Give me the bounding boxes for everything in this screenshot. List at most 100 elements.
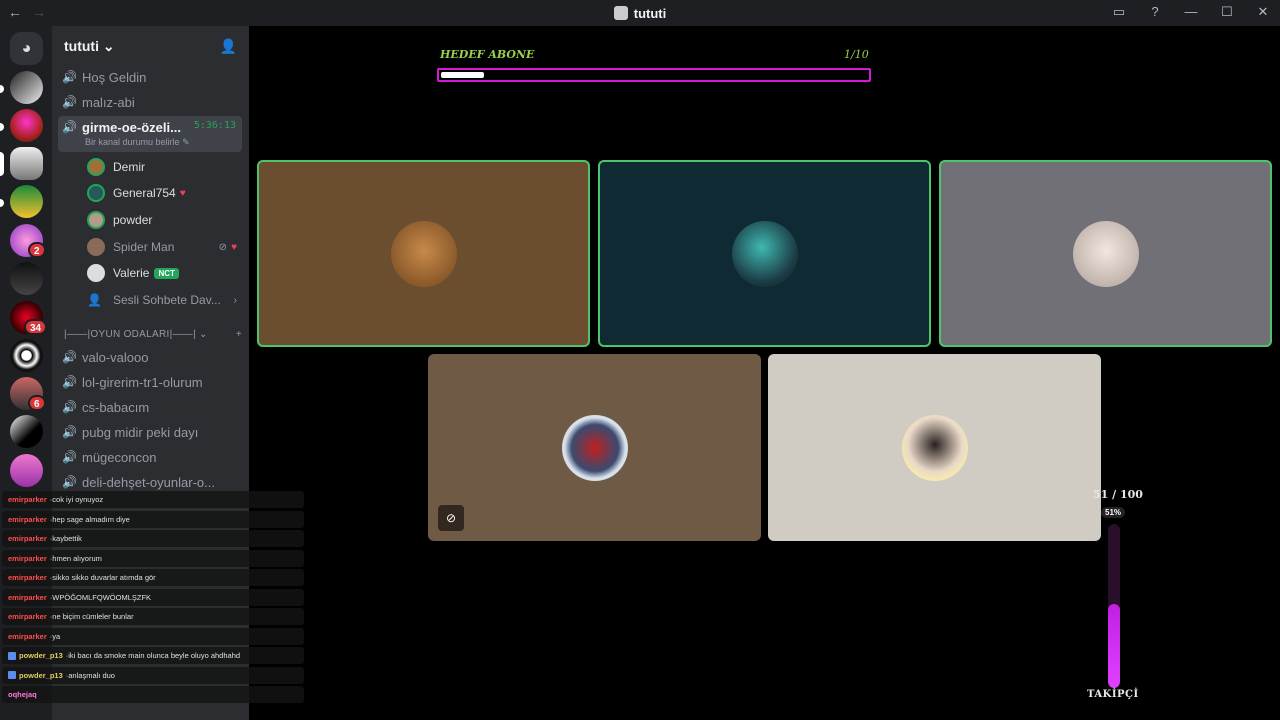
chat-username: emirparker <box>8 592 47 602</box>
participant-avatar <box>390 220 457 287</box>
unread-pill <box>0 199 4 207</box>
forward-arrow-icon[interactable]: → <box>32 4 46 20</box>
chat-username: emirparker <box>8 553 47 563</box>
participant-avatar <box>901 414 968 481</box>
chat-username: emirparker <box>8 534 47 543</box>
server-icon[interactable] <box>10 185 43 218</box>
chat-username: emirparker <box>8 514 47 524</box>
speaker-icon: 🔊 <box>62 95 77 109</box>
user-plus-icon: 👤 <box>87 293 102 307</box>
chevron-down-icon: ⌄ <box>102 37 115 54</box>
voice-channel[interactable]: 🔊 malız-abi <box>62 91 242 113</box>
server-icon-active[interactable] <box>10 147 43 180</box>
speaker-icon: 🔊 <box>62 375 77 389</box>
voice-channel[interactable]: 🔊 cs-babacım <box>62 396 242 418</box>
chat-username: powder_p13 <box>19 651 63 660</box>
unread-pill <box>0 123 4 131</box>
window-title: tututi <box>0 6 1280 21</box>
server-icon[interactable] <box>10 109 43 142</box>
maximize-icon[interactable]: ☐ <box>1218 4 1236 20</box>
voice-user[interactable]: Valerie NCT <box>87 262 237 284</box>
inbox-icon[interactable]: ▭ <box>1110 4 1128 20</box>
server-icon[interactable] <box>10 71 43 104</box>
user-tag-badge: NCT <box>154 267 179 279</box>
voice-channel[interactable]: 🔊 Hoş Geldin <box>62 66 242 88</box>
back-arrow-icon[interactable]: ← <box>8 4 22 20</box>
participant-tile[interactable] <box>257 160 590 347</box>
channel-name: lol-girerim-tr1-olurum <box>82 374 203 390</box>
deafened-icon: ⊘ <box>218 241 228 253</box>
speaker-icon: 🔊 <box>62 425 77 439</box>
speaker-active-icon: 🔊 <box>62 120 77 134</box>
participant-avatar <box>561 414 628 481</box>
server-name: tututi <box>64 37 99 54</box>
participant-tile[interactable] <box>939 160 1272 347</box>
user-name: General754 <box>113 186 176 200</box>
voice-user[interactable]: powder <box>87 209 237 231</box>
home-discord-icon[interactable]: ◕ <box>10 32 43 65</box>
participant-tile[interactable]: ⊘ <box>428 354 761 541</box>
voice-channel[interactable]: 🔊 valo-valooo <box>62 346 242 368</box>
user-name: powder <box>113 213 153 227</box>
server-icon[interactable] <box>10 339 43 372</box>
category-header[interactable]: |——|OYUN ODALARI|——| ⌄ + <box>64 329 242 340</box>
add-member-icon[interactable]: 👤 <box>220 38 237 55</box>
chat-text: kaybettik <box>52 534 82 543</box>
chat-username: emirparker <box>8 631 47 641</box>
user-name: Demir <box>113 160 145 174</box>
avatar <box>87 238 105 256</box>
minimize-icon[interactable]: — <box>1182 4 1200 20</box>
channel-name: girme-oe-özeli... <box>82 120 181 135</box>
server-avatar-icon <box>613 6 628 20</box>
voice-call-stage: HEDEF ABONE 1/10 ⊘ 51 / 100 51% TAKİPÇİ <box>249 26 1280 720</box>
close-icon[interactable]: ✕ <box>1254 4 1272 20</box>
channel-status[interactable]: Bir kanal durumu belirle ✎ <box>85 137 190 148</box>
user-name: Valerie <box>113 266 150 280</box>
chat-message: emirparker · sikko sikko duvarlar atımda … <box>2 569 304 586</box>
chat-message: emirparker · hmen alıyorum <box>2 549 304 567</box>
voice-channel[interactable]: 🔊 lol-girerim-tr1-olurum <box>62 371 242 393</box>
avatar <box>87 184 105 202</box>
goal-progress-fill <box>441 72 484 78</box>
chat-text: anlaşmalı duo <box>68 670 115 680</box>
server-icon[interactable] <box>10 415 43 448</box>
avatar <box>87 158 105 176</box>
voice-channel[interactable]: 🔊 mügeconcon <box>62 446 242 468</box>
follower-progress-bar <box>1108 524 1120 688</box>
participant-tile[interactable] <box>598 160 931 347</box>
goal-count: 1/10 <box>844 48 869 61</box>
chat-message: emirparker · kaybettik <box>2 530 304 547</box>
chat-text: hmen alıyorum <box>52 553 102 563</box>
channel-name: pubg midir peki dayı <box>82 424 199 440</box>
follower-count: 51 / 100 <box>1093 488 1143 501</box>
voice-channel[interactable]: 🔊 pubg midir peki dayı <box>62 421 242 443</box>
chat-username: emirparker <box>8 612 47 621</box>
chat-message: emirparker · ne biçim cümleler bunlar <box>2 608 304 625</box>
voice-user[interactable]: Spider Man ⊘ ♥ <box>87 236 237 258</box>
server-icon[interactable] <box>10 262 43 295</box>
follower-percent: 51% <box>1101 507 1126 518</box>
invite-link[interactable]: 👤 Sesli Sohbete Dav... › <box>87 289 237 311</box>
help-icon[interactable]: ? <box>1146 4 1164 20</box>
chat-text: hep sage almadım diye <box>52 514 130 524</box>
speaker-icon: 🔊 <box>62 450 77 464</box>
chat-username: powder_p13 <box>19 670 63 680</box>
follower-label: TAKİPÇİ <box>1087 689 1139 700</box>
muted-mic-icon: ⊘ <box>438 505 464 531</box>
chat-badge-icon <box>8 651 16 660</box>
speaker-icon: 🔊 <box>62 400 77 414</box>
speaker-icon: 🔊 <box>62 70 77 84</box>
title-bar: ← → tututi ▭ ? — ☐ ✕ <box>0 0 1280 26</box>
chevron-right-icon: › <box>233 294 237 306</box>
user-name: Spider Man <box>113 240 175 254</box>
server-header[interactable]: tututi ⌄ 👤 <box>52 26 249 66</box>
channel-name: mügeconcon <box>82 449 157 465</box>
voice-user[interactable]: General754 ♥ <box>87 182 237 204</box>
mention-badge: 6 <box>28 395 46 411</box>
add-channel-icon[interactable]: + <box>236 329 242 340</box>
mention-badge: 2 <box>28 242 46 258</box>
participant-tile[interactable] <box>768 354 1101 541</box>
chat-username: oqhejaq <box>8 690 37 699</box>
channel-status-text: Bir kanal durumu belirle <box>85 137 180 147</box>
voice-user[interactable]: Demir <box>87 156 237 178</box>
